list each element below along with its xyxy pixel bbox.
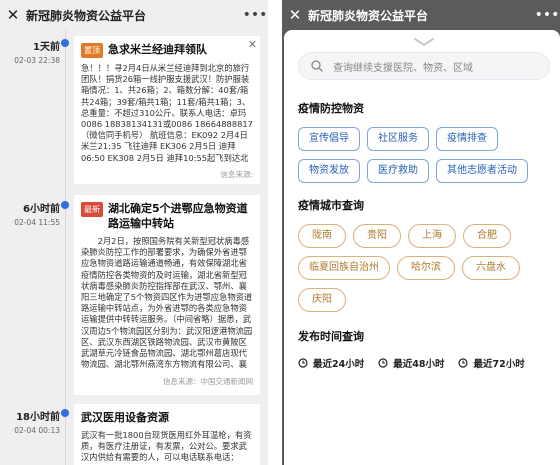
chip-category[interactable]: 物资发放	[298, 159, 360, 183]
time-option[interactable]: 最近48小时	[378, 356, 444, 370]
pinned-badge: 置顶	[81, 43, 103, 58]
time-option-label: 最近48小时	[393, 359, 445, 370]
chip-city[interactable]: 陇南	[298, 224, 346, 248]
chip-city[interactable]: 贵阳	[353, 224, 401, 248]
clock-icon	[378, 358, 388, 368]
left-phone-screen: ✕ 新冠肺炎物资公益平台 ••• 1天前 02-03 22:38 ✕ 置顶 急求…	[0, 0, 268, 465]
timeline-dot	[61, 409, 69, 417]
close-icon[interactable]: ✕	[284, 6, 306, 24]
chip-city[interactable]: 六盘水	[462, 256, 520, 280]
clock-icon	[458, 358, 469, 368]
more-icon[interactable]: •••	[534, 7, 560, 23]
right-phone-screen: ✕ 新冠肺炎物资公益平台 ••• 查询继续支援医院、物资、区域 疫情防控物资 宣…	[282, 0, 560, 465]
card-title: 急求米兰经迪拜领队	[108, 43, 207, 56]
card-header: 武汉医用设备资源	[81, 410, 253, 425]
chip-city[interactable]: 庆阳	[298, 288, 346, 312]
card-body: 武汉有一批1800台现货医用红外耳温枪，有资质，有医疗注册证，有发票，公对公。要…	[81, 430, 252, 464]
page-title: 新冠肺炎物资公益平台	[26, 8, 147, 23]
chevron-down-icon[interactable]	[298, 30, 550, 48]
chip-city[interactable]: 临夏回族自治州	[298, 256, 390, 280]
info-card[interactable]: 最新 湖北确定5个进鄂应急物资道路运输中转站 2月2日，按照国务院有关新型冠状病…	[74, 195, 260, 395]
relative-time: 18小时前	[16, 412, 60, 423]
chip-category[interactable]: 疫情排查	[436, 127, 498, 151]
info-card[interactable]: ✕ 置顶 急求米兰经迪拜领队 急！！！寻2月4日从米兰经迪拜到北京的旅行团队！捐…	[74, 36, 260, 184]
relative-time: 1天前	[33, 42, 60, 53]
timeline-dot	[61, 201, 69, 209]
chip-category[interactable]: 医疗救助	[367, 159, 429, 183]
section-title-supplies: 疫情防控物资	[298, 102, 364, 115]
chip-city[interactable]: 合肥	[463, 224, 511, 248]
card-title: 湖北确定5个进鄂应急物资道路运输中转站	[108, 202, 248, 230]
time-option-label: 最近72小时	[473, 359, 525, 370]
absolute-time: 02-04 00:13	[14, 426, 60, 435]
timeline-stamp: 6小时前 02-04 11:55	[0, 200, 66, 227]
info-card[interactable]: 武汉医用设备资源 武汉有一批1800台现货医用红外耳温枪，有资质，有医疗注册证，…	[74, 404, 260, 465]
page-title: 新冠肺炎物资公益平台	[308, 8, 429, 23]
card-header: 置顶 急求米兰经迪拜领队	[81, 42, 253, 58]
time-option[interactable]: 最近24小时	[298, 356, 364, 370]
chip-city[interactable]: 上海	[408, 224, 456, 248]
close-icon[interactable]: ✕	[248, 38, 257, 51]
supplies-chips: 宣传倡导 社区服务 疫情排查 物资发放 医疗救助 其他志愿者活动	[298, 127, 550, 191]
relative-time: 6小时前	[23, 204, 60, 215]
timeline-dot	[61, 39, 69, 47]
absolute-time: 02-03 22:38	[14, 56, 60, 65]
timeline-stamp: 1天前 02-03 22:38	[0, 38, 66, 65]
section-title-cities: 疫情城市查询	[298, 199, 364, 212]
search-placeholder: 查询继续支援医院、物资、区域	[333, 62, 473, 74]
search-input[interactable]: 查询继续支援医院、物资、区域	[298, 52, 550, 80]
card-body: 2月2日，按照国务院有关新型冠状病毒感染肺炎防控工作的部署要求，为确保外省进鄂应…	[81, 236, 253, 370]
time-option-label: 最近24小时	[313, 359, 365, 370]
absolute-time: 02-04 11:55	[14, 218, 60, 227]
clock-icon	[298, 358, 308, 368]
timeline-stamp: 18小时前 02-04 00:13	[0, 408, 66, 435]
info-feed: 1天前 02-03 22:38 ✕ 置顶 急求米兰经迪拜领队 急！！！寻2月4日…	[0, 30, 268, 465]
chip-category[interactable]: 其他志愿者活动	[436, 159, 528, 183]
section-title-time: 发布时间查询	[298, 330, 364, 343]
nav-bar: ✕ 新冠肺炎物资公益平台 •••	[282, 0, 560, 30]
new-badge: 最新	[81, 202, 103, 217]
card-source: 信息来源：中国交通新闻网	[163, 377, 253, 386]
card-title: 武汉医用设备资源	[81, 411, 169, 424]
card-source: 信息来源:	[220, 170, 253, 179]
chip-city[interactable]: 哈尔滨	[397, 256, 455, 280]
more-icon[interactable]: •••	[242, 7, 268, 23]
timeline-line	[65, 30, 66, 465]
nav-bar: ✕ 新冠肺炎物资公益平台 •••	[0, 0, 268, 30]
filter-sheet: 查询继续支援医院、物资、区域 疫情防控物资 宣传倡导 社区服务 疫情排查 物资发…	[284, 30, 560, 465]
time-options: 最近24小时 最近48小时 最近72小时	[298, 356, 550, 370]
card-header: 最新 湖北确定5个进鄂应急物资道路运输中转站	[81, 201, 253, 231]
close-icon[interactable]: ✕	[2, 6, 24, 24]
card-body: 急！！！寻2月4日从米兰经迪拜到北京的旅行团队！捐货26箱一线护服支援武汉！防护…	[81, 63, 253, 163]
time-option[interactable]: 最近72小时	[458, 356, 525, 370]
search-icon	[311, 57, 323, 76]
chip-category[interactable]: 社区服务	[367, 127, 429, 151]
city-chips: 陇南 贵阳 上海 合肥 临夏回族自治州 哈尔滨 六盘水 庆阳	[298, 224, 550, 320]
chip-category[interactable]: 宣传倡导	[298, 127, 360, 151]
